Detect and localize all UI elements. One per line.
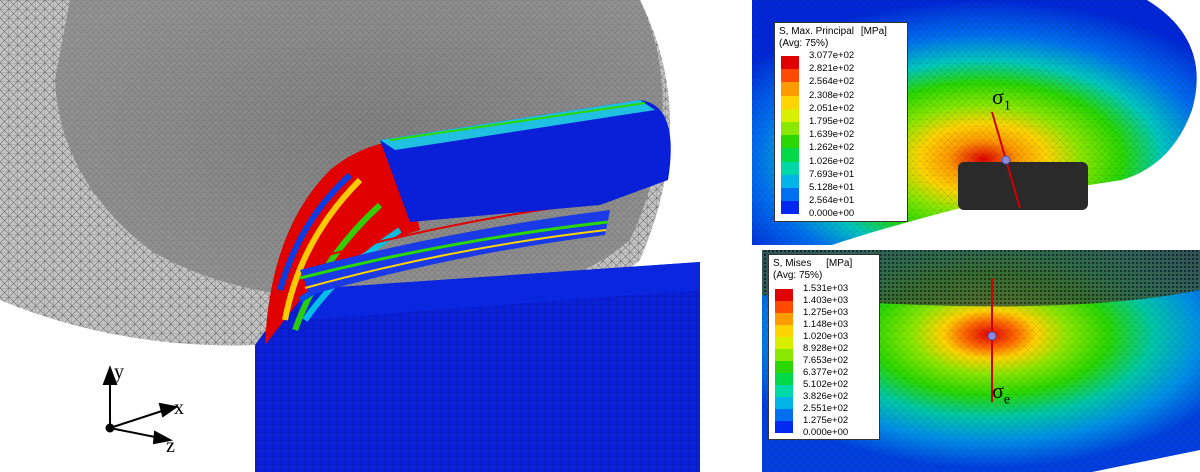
legend-title: S, Max. Principal xyxy=(779,26,855,37)
legend-value: 1.403e+03 xyxy=(803,295,849,306)
legend-swatch xyxy=(775,385,793,397)
legend-swatch xyxy=(775,325,793,337)
legend-swatch xyxy=(775,301,793,313)
legend-value: 1.531e+03 xyxy=(803,283,849,294)
y-axis-label: y xyxy=(114,361,124,383)
legend-value: 0.000e+00 xyxy=(803,427,849,438)
legend-value: 5.128e+01 xyxy=(809,182,855,193)
legend-value: 3.077e+02 xyxy=(809,50,855,61)
contact-flat xyxy=(958,162,1088,210)
legend-value: 1.148e+03 xyxy=(803,319,849,330)
legend-averaging: (Avg: 75%) xyxy=(773,270,823,281)
sigma1-point xyxy=(1001,155,1011,165)
legend-swatch xyxy=(781,201,799,215)
fe-model-view: y x z xyxy=(0,0,700,472)
legend-swatch xyxy=(775,373,793,385)
legend-unit: [MPa] xyxy=(860,26,887,37)
legend-swatch xyxy=(781,82,799,96)
legend-swatch xyxy=(781,95,799,109)
legend-value: 1.795e+02 xyxy=(809,116,855,127)
mises-legend: S, Mises [MPa] (Avg: 75%) 1.531e+03 1.403… xyxy=(768,254,880,440)
legend-swatch xyxy=(775,409,793,421)
legend-swatch xyxy=(781,69,799,83)
legend-swatch xyxy=(775,397,793,409)
legend-swatch xyxy=(781,108,799,122)
legend-value: 2.821e+02 xyxy=(809,63,855,75)
legend-value: 2.051e+02 xyxy=(809,102,855,114)
legend-value: 2.564e+01 xyxy=(809,195,855,207)
legend-swatch xyxy=(775,361,793,373)
legend-swatch xyxy=(781,56,799,70)
sigma-e-point xyxy=(987,331,997,341)
x-axis-label: x xyxy=(174,397,184,419)
legend-value: 1.275e+02 xyxy=(803,415,849,426)
legend-swatch xyxy=(781,122,799,136)
legend-value: 7.693e+01 xyxy=(809,168,855,180)
legend-swatch xyxy=(781,148,799,162)
legend-swatch xyxy=(781,161,799,175)
legend-value: 7.653e+02 xyxy=(803,355,849,366)
legend-value: 1.275e+03 xyxy=(803,307,849,318)
mises-stress-panel: S, Mises [MPa] (Avg: 75%) 1.531e+03 1.403… xyxy=(752,250,1200,472)
max-principal-stress-panel: S, Max. Principal [MPa] (Avg: 75%) 3.077… xyxy=(752,0,1200,250)
legend-swatch xyxy=(775,349,793,361)
legend-value: 0.000e+00 xyxy=(809,208,855,220)
z-axis-label: z xyxy=(166,435,175,457)
legend-value: 2.308e+02 xyxy=(809,89,855,101)
legend-averaging: (Avg: 75%) xyxy=(779,38,829,49)
legend-swatch xyxy=(781,135,799,149)
sigma1-label: σ1 xyxy=(992,84,1011,114)
legend-value: 1.262e+02 xyxy=(809,142,855,154)
max-principal-legend: S, Max. Principal [MPa] (Avg: 75%) 3.077… xyxy=(774,22,908,222)
legend-value: 3.826e+02 xyxy=(803,391,849,402)
legend-value: 6.377e+02 xyxy=(803,367,849,378)
legend-unit: [MPa] xyxy=(826,258,853,269)
left-fe-model-panel: y x z xyxy=(0,0,740,472)
legend-value: 5.102e+02 xyxy=(803,379,849,390)
legend-value: 2.551e+02 xyxy=(803,403,849,414)
legend-value: 1.639e+02 xyxy=(809,129,855,141)
sigma-e-label: σe xyxy=(992,378,1011,408)
legend-value: 1.020e+03 xyxy=(803,331,849,342)
legend-swatch xyxy=(775,337,793,349)
legend-value: 1.026e+02 xyxy=(809,155,855,167)
legend-value: 8.928e+02 xyxy=(803,343,849,354)
legend-title: S, Mises xyxy=(773,258,812,269)
legend-swatch xyxy=(781,188,799,202)
legend-swatch xyxy=(775,289,793,301)
legend-swatch xyxy=(775,313,793,325)
legend-swatch xyxy=(775,421,793,433)
legend-value: 2.564e+02 xyxy=(809,76,855,88)
legend-swatch xyxy=(781,174,799,188)
